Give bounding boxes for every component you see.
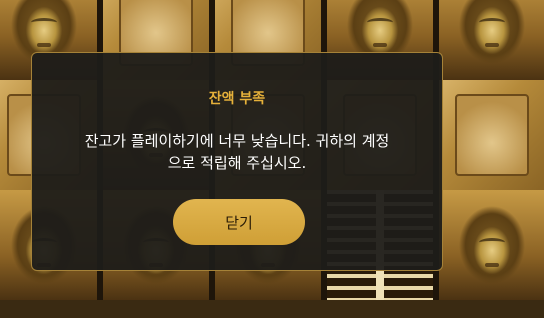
dialog-message: 잔고가 플레이하기에 너무 낮습니다. 귀하의 계정 으로 적립해 주십시오. bbox=[56, 130, 418, 174]
close-button[interactable]: 닫기 bbox=[173, 199, 305, 245]
dialog-message-line-1: 잔고가 플레이하기에 너무 낮습니다. 귀하의 계정 bbox=[84, 132, 390, 150]
game-screen: 잔액 부족 잔고가 플레이하기에 너무 낮습니다. 귀하의 계정 으로 적립해 … bbox=[0, 0, 544, 318]
dialog-message-line-2: 으로 적립해 주십시오. bbox=[167, 154, 307, 172]
insufficient-balance-dialog: 잔액 부족 잔고가 플레이하기에 너무 낮습니다. 귀하의 계정 으로 적립해 … bbox=[31, 52, 443, 271]
zombie-portrait-symbol bbox=[436, 0, 544, 80]
zombie-portrait-symbol bbox=[436, 190, 544, 300]
paper-card-symbol bbox=[436, 80, 544, 190]
dialog-title: 잔액 부족 bbox=[208, 91, 266, 107]
